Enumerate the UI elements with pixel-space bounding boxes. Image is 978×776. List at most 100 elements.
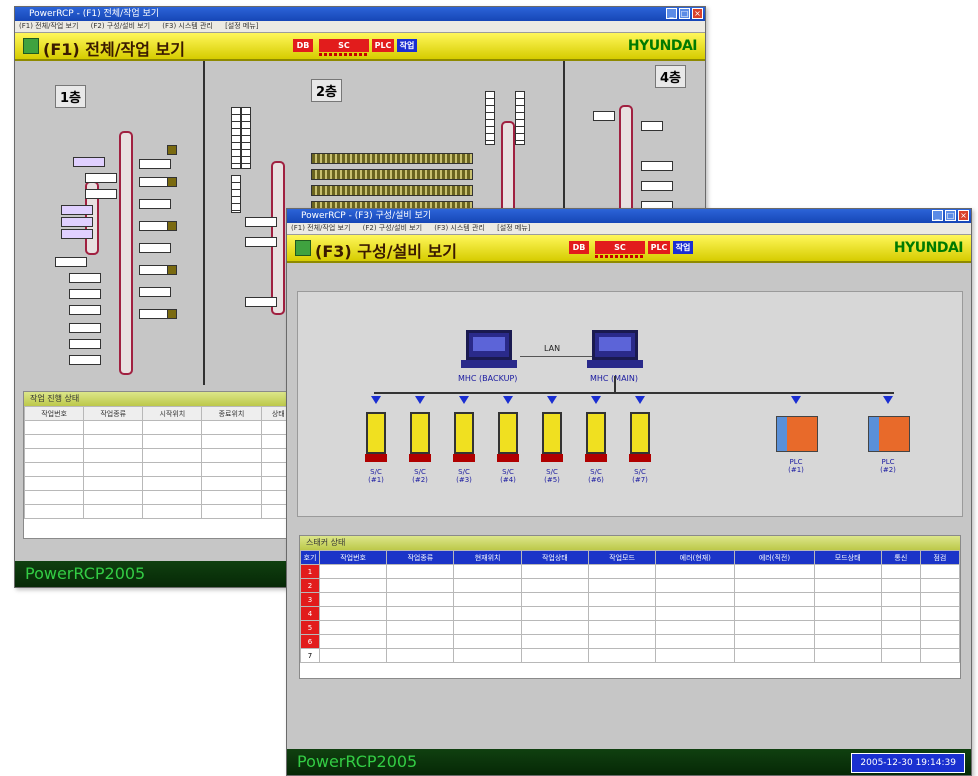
- plc-label: PLC (#2): [880, 458, 896, 474]
- conveyor-unit[interactable]: [85, 173, 117, 183]
- table-row[interactable]: [23, 462, 297, 477]
- sc-indicator-dots: [595, 255, 645, 258]
- table-row[interactable]: 3: [300, 592, 961, 607]
- rack-cell[interactable]: [139, 199, 171, 209]
- minimize-icon[interactable]: _: [932, 210, 943, 221]
- conveyor-unit[interactable]: [69, 289, 101, 299]
- rack-cell[interactable]: [641, 161, 673, 171]
- table-row[interactable]: [23, 434, 297, 449]
- column-header[interactable]: 현재위치: [453, 550, 522, 565]
- menu-item-f1[interactable]: (F1) 전체/작업 보기: [291, 224, 350, 232]
- work-status-table: 작업번호 작업종류 시작위치 종료위치 상태: [23, 406, 297, 519]
- stacker-crane-icon[interactable]: [629, 412, 651, 462]
- stacker-crane-icon[interactable]: [453, 412, 475, 462]
- mhc-main-pc-icon[interactable]: [587, 330, 643, 368]
- rack-cell[interactable]: [641, 181, 673, 191]
- buffer-stack: [231, 175, 241, 213]
- conveyor-unit[interactable]: [61, 205, 93, 215]
- column-header[interactable]: 작업번호: [23, 406, 85, 421]
- column-header[interactable]: 모드상태: [813, 550, 882, 565]
- column-header[interactable]: 통신: [880, 550, 921, 565]
- mhc-backup-pc-icon[interactable]: [461, 330, 517, 368]
- column-header[interactable]: 점검: [919, 550, 961, 565]
- plc-status-badge: PLC: [372, 39, 394, 52]
- front-footer: PowerRCP2005 2005-12-30 19:14:39: [287, 749, 971, 775]
- storage-rack[interactable]: [311, 169, 473, 180]
- column-header[interactable]: 작업모드: [587, 550, 657, 565]
- conveyor-unit[interactable]: [593, 111, 615, 121]
- minimize-icon[interactable]: _: [666, 8, 677, 19]
- conveyor-unit[interactable]: [61, 229, 93, 239]
- menu-item-f1[interactable]: (F1) 전체/작업 보기: [19, 22, 78, 30]
- table-row[interactable]: 5: [300, 620, 961, 635]
- front-window-controls: _ □ ×: [932, 210, 969, 221]
- conveyor-unit[interactable]: [69, 339, 101, 349]
- close-icon[interactable]: ×: [958, 210, 969, 221]
- column-header[interactable]: 에러(현재): [655, 550, 736, 565]
- stacker-crane-icon[interactable]: [541, 412, 563, 462]
- table-row[interactable]: [23, 490, 297, 505]
- menu-item-f2[interactable]: (F2) 구성/설비 보기: [363, 224, 422, 232]
- storage-rack[interactable]: [311, 185, 473, 196]
- down-arrow-icon: [503, 396, 513, 404]
- column-header[interactable]: 호기: [300, 550, 320, 565]
- plc-icon[interactable]: [776, 416, 818, 452]
- conveyor-unit[interactable]: [69, 273, 101, 283]
- column-header[interactable]: 작업번호: [318, 550, 388, 565]
- down-arrow-icon: [591, 396, 601, 404]
- back-window-titlebar[interactable]: PowerRCP - (F1) 전체/작업 보기 _ □ ×: [15, 7, 705, 21]
- db-status-badge: DB: [569, 241, 589, 254]
- column-header[interactable]: 시작위치: [142, 406, 203, 421]
- rack-cell[interactable]: [139, 243, 171, 253]
- network-bus: [374, 392, 894, 394]
- menu-item-f2[interactable]: (F2) 구성/설비 보기: [91, 22, 150, 30]
- stacker-label: S/C (#1): [368, 468, 384, 484]
- conveyor-unit[interactable]: [69, 355, 101, 365]
- column-header[interactable]: 작업종류: [386, 550, 455, 565]
- menu-item-f3[interactable]: (F3) 시스템 관리: [434, 224, 485, 232]
- conveyor-unit[interactable]: [73, 157, 105, 167]
- conveyor-unit[interactable]: [55, 257, 87, 267]
- column-header[interactable]: 종료위치: [201, 406, 262, 421]
- menu-item-f3[interactable]: (F3) 시스템 관리: [162, 22, 213, 30]
- rack-cell[interactable]: [139, 159, 171, 169]
- conveyor-unit[interactable]: [85, 189, 117, 199]
- station-marker: [167, 221, 177, 231]
- screen-icon: [23, 38, 39, 54]
- stacker-crane-icon[interactable]: [365, 412, 387, 462]
- stacker-crane-icon[interactable]: [409, 412, 431, 462]
- conveyor-unit[interactable]: [245, 297, 277, 307]
- maximize-icon[interactable]: □: [945, 210, 956, 221]
- table-row[interactable]: 4: [300, 606, 961, 621]
- row-number: 2: [300, 578, 320, 593]
- column-header[interactable]: 에러(직전): [734, 550, 815, 565]
- table-row[interactable]: [23, 448, 297, 463]
- table-row[interactable]: [23, 476, 297, 491]
- conveyor-unit[interactable]: [61, 217, 93, 227]
- stacker-crane-icon[interactable]: [585, 412, 607, 462]
- table-row[interactable]: 2: [300, 578, 961, 593]
- conveyor-unit[interactable]: [69, 305, 101, 315]
- column-header[interactable]: 작업종류: [83, 406, 144, 421]
- table-row[interactable]: [23, 504, 297, 519]
- close-icon[interactable]: ×: [692, 8, 703, 19]
- table-row[interactable]: 1: [300, 564, 961, 579]
- conveyor-unit[interactable]: [69, 323, 101, 333]
- stacker-crane-icon[interactable]: [497, 412, 519, 462]
- rack-cell[interactable]: [139, 287, 171, 297]
- conveyor-unit[interactable]: [245, 217, 277, 227]
- conveyor-unit[interactable]: [245, 237, 277, 247]
- column-header[interactable]: 작업상태: [520, 550, 589, 565]
- storage-rack[interactable]: [311, 153, 473, 164]
- table-row[interactable]: 6: [300, 634, 961, 649]
- front-window-titlebar[interactable]: PowerRCP - (F3) 구성/설비 보기 _ □ ×: [287, 209, 971, 223]
- sc-status-badge: SC: [595, 241, 645, 254]
- conveyor-unit[interactable]: [641, 121, 663, 131]
- plc-icon[interactable]: [868, 416, 910, 452]
- menu-item-settings[interactable]: [설정 메뉴]: [225, 22, 258, 30]
- lan-label: LAN: [544, 344, 561, 353]
- menu-item-settings[interactable]: [설정 메뉴]: [497, 224, 530, 232]
- table-row[interactable]: [23, 420, 297, 435]
- table-row[interactable]: 7: [300, 648, 961, 663]
- maximize-icon[interactable]: □: [679, 8, 690, 19]
